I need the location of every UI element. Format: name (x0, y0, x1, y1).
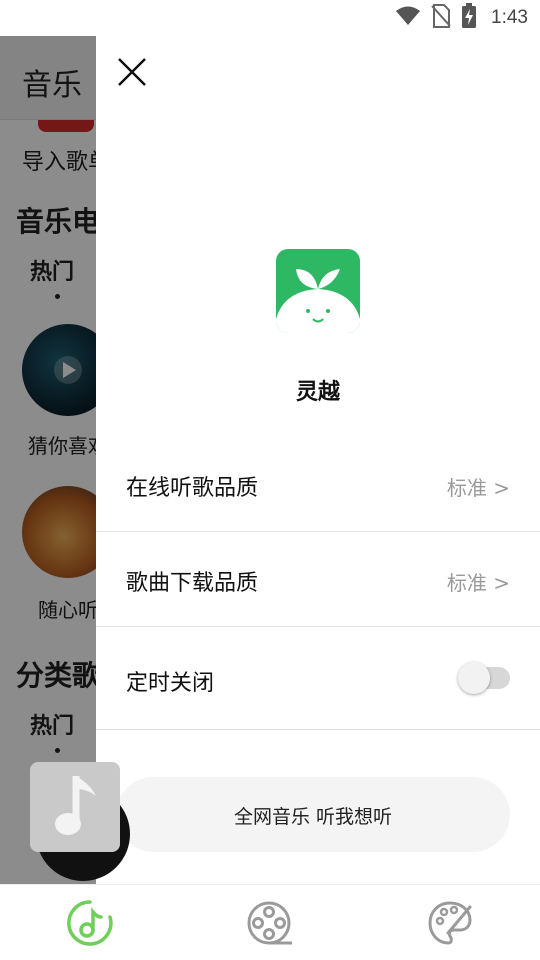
drawer-scrim[interactable] (0, 36, 96, 884)
palette-icon (428, 901, 472, 945)
app-name: 灵越 (295, 380, 340, 405)
battery-charging-icon (461, 3, 477, 33)
promo-text: 全网音乐 听我想听 (233, 806, 393, 828)
online-quality-value: 标准 > (446, 476, 510, 500)
status-bar: 1:43 (0, 0, 540, 36)
nav-music[interactable] (66, 899, 114, 947)
music-note-placeholder-icon (55, 776, 96, 835)
download-quality-value: 标准 > (446, 571, 510, 595)
sleep-timer-toggle[interactable] (458, 662, 510, 694)
music-note-icon (67, 900, 113, 946)
download-quality-label: 歌曲下载品质 (126, 571, 259, 596)
promo-banner[interactable]: 全网音乐 听我想听 (116, 777, 510, 852)
wifi-icon (395, 6, 421, 30)
nav-video[interactable] (246, 899, 294, 947)
status-icons: 1:43 (395, 3, 528, 33)
app-logo (276, 249, 360, 333)
online-quality-label: 在线听歌品质 (126, 476, 259, 501)
close-button[interactable] (114, 54, 150, 90)
mini-player-cover[interactable] (30, 762, 120, 852)
toggle-knob (458, 662, 490, 694)
status-time: 1:43 (491, 7, 528, 28)
film-reel-icon (247, 901, 292, 945)
sprout-logo-icon (276, 249, 360, 333)
settings-drawer: 灵越 在线听歌品质 标准 > 歌曲下载品质 标准 > 定时关闭 全网音乐 听我想… (96, 36, 540, 884)
close-icon (118, 58, 146, 86)
download-quality-row[interactable]: 歌曲下载品质 标准 > (96, 532, 540, 627)
bottom-navigation (0, 884, 540, 960)
online-quality-row[interactable]: 在线听歌品质 标准 > (96, 436, 540, 532)
sleep-timer-row: 定时关闭 (96, 627, 540, 730)
sleep-timer-label: 定时关闭 (126, 671, 215, 696)
nav-theme[interactable] (426, 899, 474, 947)
no-sim-icon (431, 4, 451, 32)
